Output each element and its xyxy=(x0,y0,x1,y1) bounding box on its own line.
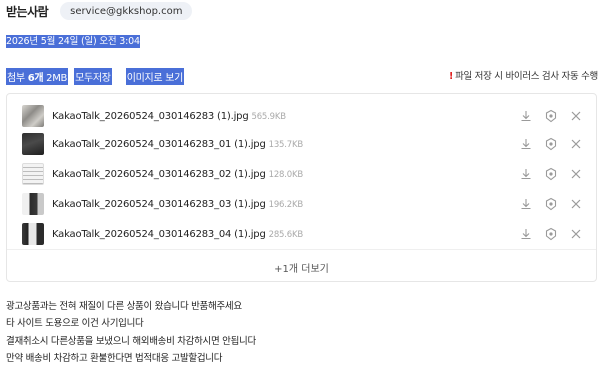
body-line: 타 사이트 도용으로 이건 사기입니다 xyxy=(6,318,144,330)
attachment-row[interactable]: KakaoTalk_20260524_030146283_01 (1).jpg 1… xyxy=(7,130,596,158)
attachment-row[interactable]: KakaoTalk_20260524_030146283_03 (1).jpg 1… xyxy=(7,190,596,218)
attachment-file[interactable]: KakaoTalk_20260524_030146283_04 (1).jpg 2… xyxy=(52,229,303,240)
virus-scan-note: ! 파일 저장 시 바이러스 검사 자동 수행 xyxy=(449,68,598,82)
close-icon[interactable] xyxy=(569,197,583,211)
attachment-file-name: KakaoTalk_20260524_030146283_04 (1).jpg xyxy=(52,228,266,240)
warning-icon: ! xyxy=(449,71,454,82)
close-icon[interactable] xyxy=(569,137,583,151)
download-icon[interactable] xyxy=(519,227,533,241)
virus-scan-icon[interactable] xyxy=(544,227,558,241)
attachment-prefix: 첨부 xyxy=(7,72,25,84)
virus-scan-icon[interactable] xyxy=(544,167,558,181)
image-thumbnail xyxy=(22,163,44,185)
close-icon[interactable] xyxy=(569,227,583,241)
attachment-file[interactable]: KakaoTalk_20260524_030146283 (1).jpg 565.… xyxy=(52,111,286,122)
recipient-email-chip[interactable]: service@gkkshop.com xyxy=(60,2,193,20)
attachment-summary: 첨부 6개 2MB xyxy=(6,67,69,85)
download-icon[interactable] xyxy=(519,137,533,151)
attachment-file-name: KakaoTalk_20260524_030146283 (1).jpg xyxy=(52,110,249,122)
attachment-file[interactable]: KakaoTalk_20260524_030146283_02 (1).jpg 1… xyxy=(52,169,303,180)
download-icon[interactable] xyxy=(519,167,533,181)
virus-scan-icon[interactable] xyxy=(544,137,558,151)
download-icon[interactable] xyxy=(519,197,533,211)
attachment-file-size: 135.7KB xyxy=(268,139,304,150)
virus-scan-icon[interactable] xyxy=(544,109,558,123)
view-as-image-button[interactable]: 이미지로 보기 xyxy=(125,67,184,85)
virus-scan-icon[interactable] xyxy=(544,197,558,211)
list-divider xyxy=(7,249,596,250)
attachment-file-size: 285.6KB xyxy=(268,229,304,240)
show-more-button[interactable]: +1개 더보기 xyxy=(7,260,596,275)
save-all-button[interactable]: 모두저장 xyxy=(74,67,112,85)
download-icon[interactable] xyxy=(519,109,533,123)
attachment-file-name: KakaoTalk_20260524_030146283_01 (1).jpg xyxy=(52,138,266,150)
attachment-list: KakaoTalk_20260524_030146283 (1).jpg 565.… xyxy=(6,93,597,282)
recipient-label: 받는사람 xyxy=(6,4,49,19)
image-thumbnail xyxy=(22,133,44,155)
message-body: 광고상품과는 전혀 재질이 다른 상품이 왔습니다 반품해주세요 타 사이트 도… xyxy=(6,298,256,367)
attachment-row[interactable]: KakaoTalk_20260524_030146283_02 (1).jpg 1… xyxy=(7,160,596,188)
virus-scan-note-text: 파일 저장 시 바이러스 검사 자동 수행 xyxy=(455,71,598,82)
close-icon[interactable] xyxy=(569,167,583,181)
body-line: 결재취소시 다른상품을 보냈으니 해외배송비 차감하시면 안됩니다 xyxy=(6,335,256,347)
attachment-file[interactable]: KakaoTalk_20260524_030146283_01 (1).jpg 1… xyxy=(52,139,303,150)
attachment-row[interactable]: KakaoTalk_20260524_030146283 (1).jpg 565.… xyxy=(7,102,596,130)
attachment-file-size: 196.2KB xyxy=(268,199,304,210)
image-thumbnail xyxy=(22,223,44,245)
attachment-count: 6개 xyxy=(27,72,44,84)
attachment-file-size: 128.0KB xyxy=(268,169,304,180)
body-line: 만약 배송비 차감하고 환불한다면 법적대응 고발할겁니다 xyxy=(6,352,223,364)
image-thumbnail xyxy=(22,105,44,127)
attachment-bar: 첨부 6개 2MB 모두저장 이미지로 보기 ! 파일 저장 시 바이러스 검사 … xyxy=(6,67,600,85)
recipient-row: 받는사람 service@gkkshop.com xyxy=(6,1,193,21)
body-line: 광고상품과는 전혀 재질이 다른 상품이 왔습니다 반품해주세요 xyxy=(6,301,242,312)
attachment-size: 2MB xyxy=(46,72,68,84)
close-icon[interactable] xyxy=(569,109,583,123)
attachment-row[interactable]: KakaoTalk_20260524_030146283_04 (1).jpg 2… xyxy=(7,220,596,248)
image-thumbnail xyxy=(22,193,44,215)
attachment-file[interactable]: KakaoTalk_20260524_030146283_03 (1).jpg 1… xyxy=(52,199,303,210)
attachment-file-name: KakaoTalk_20260524_030146283_03 (1).jpg xyxy=(52,198,266,210)
date-row: 2026년 5월 24일 (일) 오전 3:04 xyxy=(6,29,140,48)
attachment-file-size: 565.9KB xyxy=(251,111,286,122)
sent-date: 2026년 5월 24일 (일) 오전 3:04 xyxy=(6,35,140,48)
attachment-file-name: KakaoTalk_20260524_030146283_02 (1).jpg xyxy=(52,168,266,180)
